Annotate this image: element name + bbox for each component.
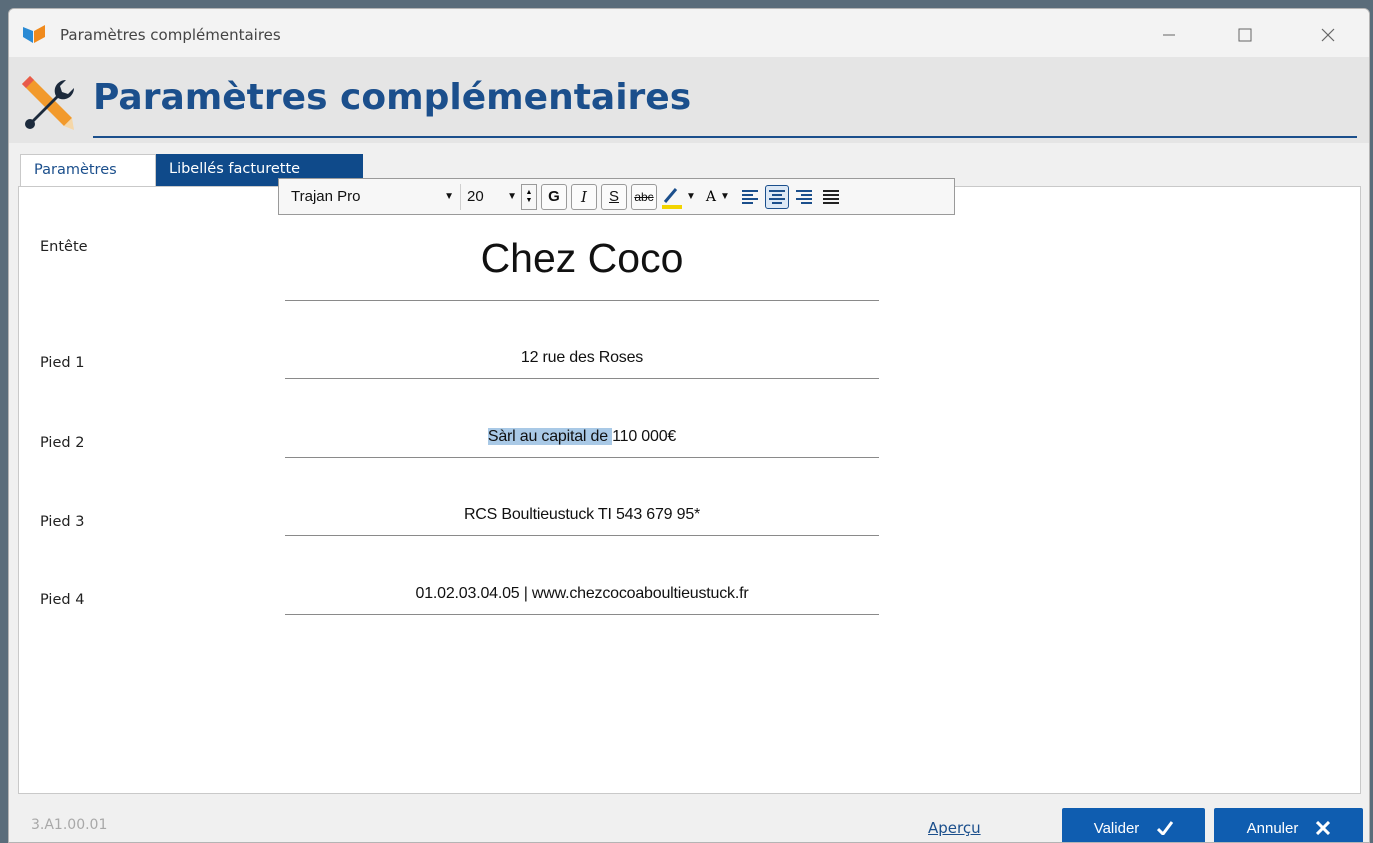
close-icon	[1321, 28, 1335, 42]
chevron-down-icon: ▼	[720, 191, 730, 202]
app-logo-icon	[23, 25, 45, 43]
align-center-icon	[768, 189, 785, 204]
pied3-field[interactable]: RCS Boultieustuck TI 543 679 95*	[285, 500, 879, 536]
italic-button[interactable]: I	[571, 183, 597, 210]
align-justify-icon	[822, 189, 839, 204]
underline-button[interactable]: S	[601, 183, 627, 210]
align-left-button[interactable]	[738, 185, 762, 209]
entete-field[interactable]: Chez Coco	[285, 225, 879, 301]
pied1-field[interactable]: 12 rue des Roses	[285, 343, 879, 379]
minimize-button[interactable]	[1146, 21, 1192, 49]
annuler-label: Annuler	[1246, 819, 1299, 837]
title-bar: Paramètres complémentaires	[9, 9, 1369, 57]
maximize-icon	[1238, 28, 1252, 42]
chevron-down-icon: ▼	[525, 196, 533, 204]
pied4-field[interactable]: 01.02.03.04.05 | www.chezcocoaboultieust…	[285, 579, 879, 615]
dialog-window: Paramètres complémentaires Paramètres co…	[8, 8, 1370, 843]
close-button[interactable]	[1305, 21, 1351, 49]
pied2-field[interactable]: Sàrl au capital de 110 000€	[285, 422, 879, 458]
tab-content-panel: Entête Chez Coco Pied 1 12 rue des Roses…	[18, 186, 1361, 794]
align-right-icon	[795, 189, 812, 204]
page-title: Paramètres complémentaires	[93, 77, 692, 118]
tools-icon	[22, 76, 74, 130]
chevron-down-icon: ▼	[686, 191, 696, 202]
bold-button[interactable]: G	[541, 183, 567, 210]
page-header: Paramètres complémentaires	[9, 57, 1369, 143]
font-size-stepper[interactable]: ▲ ▼	[521, 183, 537, 210]
highlight-color-button[interactable]: ▼	[661, 184, 696, 210]
chevron-down-icon: ▼	[444, 191, 454, 202]
valider-label: Valider	[1093, 819, 1140, 837]
pied4-label: Pied 4	[40, 592, 85, 608]
minimize-icon	[1163, 34, 1175, 36]
pied2-rest-text: 110 000€	[612, 428, 677, 445]
font-family-select[interactable]: Trajan Pro ▼	[285, 183, 461, 210]
version-label: 3.A1.00.01	[31, 817, 108, 833]
font-color-button[interactable]: A ▼	[706, 184, 730, 210]
text-format-toolbar: Trajan Pro ▼ 20 ▼ ▲ ▼ G I S abc ▼ A ▼	[278, 178, 955, 215]
font-size-select[interactable]: 20 ▼	[461, 184, 521, 210]
close-icon	[1316, 821, 1331, 835]
pied3-label: Pied 3	[40, 514, 85, 530]
entete-label: Entête	[40, 239, 88, 255]
align-left-icon	[741, 189, 758, 204]
pied2-label: Pied 2	[40, 435, 85, 451]
window-title: Paramètres complémentaires	[60, 26, 281, 44]
tab-parametres[interactable]: Paramètres	[20, 154, 156, 187]
chevron-down-icon: ▼	[507, 191, 517, 202]
apercu-link[interactable]: Aperçu	[928, 819, 981, 837]
chevron-up-icon: ▲	[525, 188, 533, 196]
title-underline	[93, 136, 1357, 138]
justify-button[interactable]	[819, 185, 843, 209]
align-center-button[interactable]	[764, 184, 789, 209]
align-right-button[interactable]	[792, 185, 816, 209]
pied1-label: Pied 1	[40, 355, 85, 371]
strikethrough-button[interactable]: abc	[631, 183, 657, 210]
font-color-icon: A	[705, 188, 717, 205]
font-family-value: Trajan Pro	[291, 188, 361, 205]
font-size-value: 20	[467, 188, 484, 205]
valider-button[interactable]: Valider	[1062, 808, 1205, 842]
checkmark-icon	[1157, 821, 1174, 835]
annuler-button[interactable]: Annuler	[1214, 808, 1363, 842]
highlighter-icon	[662, 187, 682, 209]
maximize-button[interactable]	[1222, 21, 1268, 49]
selected-text: Sàrl au capital de	[487, 428, 613, 445]
